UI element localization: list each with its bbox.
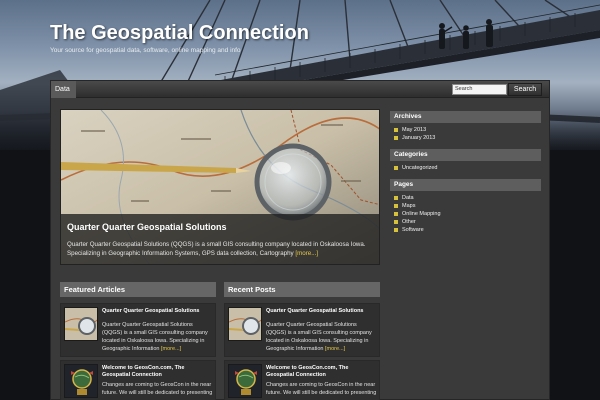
post-title[interactable]: Welcome to GeosCon.com, The Geospatial C…: [102, 365, 212, 379]
site-tagline: Your source for geospatial data, softwar…: [50, 47, 241, 54]
bullet-icon: [394, 228, 398, 232]
post-excerpt-text: Quarter Quarter Geospatial Solutions (QQ…: [102, 322, 208, 352]
archives-widget-title: Archives: [390, 111, 541, 123]
globe-award-icon: [229, 365, 261, 397]
post-excerpt: Changes are coming to GeosCon in the nea…: [102, 382, 213, 396]
magnifier-thumbnail-icon: [229, 308, 261, 340]
archive-link-january-2013[interactable]: January 2013: [394, 134, 435, 142]
page-link-other[interactable]: Other: [394, 218, 441, 226]
slide-title[interactable]: Quarter Quarter Geospatial Solutions: [67, 222, 227, 232]
bullet-icon: [394, 204, 398, 208]
post-excerpt: Quarter Quarter Geospatial Solutions (QQ…: [102, 321, 214, 353]
bullet-icon: [394, 196, 398, 200]
pages-list: Data Maps Online Mapping Other Software: [394, 194, 441, 234]
bullet-icon: [394, 128, 398, 132]
post-thumbnail[interactable]: [228, 307, 262, 341]
pages-widget-title: Pages: [390, 179, 541, 191]
recent-post-item: Welcome to GeosCon.com, The Geospatial C…: [224, 360, 380, 400]
post-excerpt-text: Quarter Quarter Geospatial Solutions (QQ…: [266, 322, 372, 352]
post-excerpt: Changes are coming to GeosCon in the nea…: [266, 382, 377, 396]
page-link-maps[interactable]: Maps: [394, 202, 441, 210]
categories-widget-title: Categories: [390, 149, 541, 161]
page-link-software[interactable]: Software: [394, 226, 441, 234]
post-title[interactable]: Quarter Quarter Geospatial Solutions: [266, 308, 376, 315]
recent-post-item: Quarter Quarter Geospatial Solutions Qua…: [224, 303, 380, 357]
nav-item-data[interactable]: Data: [51, 81, 76, 98]
globe-award-icon: [65, 365, 97, 397]
navigation-bar: Data Search Search: [51, 81, 549, 98]
post-thumbnail[interactable]: [228, 364, 262, 398]
site-title[interactable]: The Geospatial Connection: [50, 22, 309, 45]
post-more-link[interactable]: [more...]: [161, 346, 181, 352]
bullet-icon: [394, 212, 398, 216]
featured-article-item: Welcome to GeosCon.com, The Geospatial C…: [60, 360, 216, 400]
bullet-icon: [394, 136, 398, 140]
slide-excerpt: Quarter Quarter Geospatial Solutions (QQ…: [67, 240, 373, 258]
post-title[interactable]: Quarter Quarter Geospatial Solutions: [102, 308, 212, 315]
featured-slider[interactable]: Quarter Quarter Geospatial Solutions Qua…: [60, 109, 380, 265]
bullet-icon: [394, 166, 398, 170]
featured-articles-header: Featured Articles: [60, 282, 216, 297]
post-thumbnail[interactable]: [64, 307, 98, 341]
category-link-uncategorized[interactable]: Uncategorized: [394, 164, 437, 172]
magnifier-thumbnail-icon: [65, 308, 97, 340]
main-container: Data Search Search Quarter Quarter Geosp…: [50, 80, 550, 400]
search-input[interactable]: Search: [452, 84, 507, 95]
slide-more-link[interactable]: [more...]: [295, 250, 318, 257]
page-link-online-mapping[interactable]: Online Mapping: [394, 210, 441, 218]
search-button[interactable]: Search: [508, 83, 542, 96]
post-excerpt: Quarter Quarter Geospatial Solutions (QQ…: [266, 321, 378, 353]
post-more-link[interactable]: [more...]: [325, 346, 345, 352]
archives-list: May 2013 January 2013: [394, 126, 435, 142]
archive-link-may-2013[interactable]: May 2013: [394, 126, 435, 134]
bullet-icon: [394, 220, 398, 224]
post-title[interactable]: Welcome to GeosCon.com, The Geospatial C…: [266, 365, 376, 379]
slide-excerpt-text: Quarter Quarter Geospatial Solutions (QQ…: [67, 241, 366, 257]
featured-article-item: Quarter Quarter Geospatial Solutions Qua…: [60, 303, 216, 357]
post-thumbnail[interactable]: [64, 364, 98, 398]
slide-caption: Quarter Quarter Geospatial Solutions Qua…: [61, 214, 379, 264]
page-link-data[interactable]: Data: [394, 194, 441, 202]
recent-posts-header: Recent Posts: [224, 282, 380, 297]
categories-list: Uncategorized: [394, 164, 437, 172]
